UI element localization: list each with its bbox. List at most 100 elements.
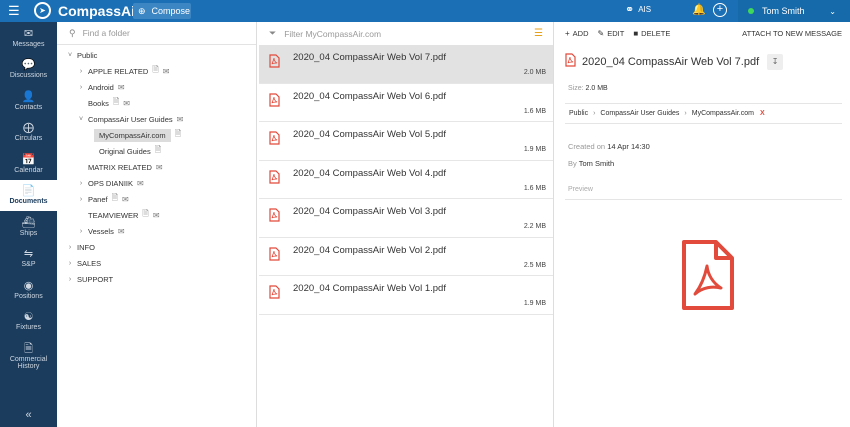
folder-search[interactable]: ⚲ Find a folder (57, 22, 256, 45)
folder-teamviewer[interactable]: TEAMVIEWER 🗎 ✉ (57, 207, 256, 223)
folder-label: MATRIX RELATED (88, 162, 152, 172)
file-list-panel: ⏷ Filter MyCompassAir.com ☰ 2020_04 Comp… (259, 22, 554, 427)
folder-panel: ⚲ Find a folder ˅ Public › APPLE RELATED 🗎 ✉ ›… (57, 22, 257, 427)
chevron-down-icon[interactable]: ˅ (65, 52, 75, 59)
folder-label: Public (77, 50, 98, 60)
breadcrumb-item[interactable]: MyCompassAir.com (692, 110, 754, 117)
edit-button[interactable]: ✎ EDIT (598, 29, 625, 38)
breadcrumb-separator-icon: › (684, 110, 687, 117)
chevron-right-icon[interactable]: › (65, 260, 75, 267)
nav-circulars[interactable]: ⨁ Circulars (0, 117, 57, 149)
plus-circle-icon: ⊕ (138, 5, 146, 16)
file-icon: 🗎 (112, 97, 120, 106)
nav-documents[interactable]: 📄 Documents (0, 179, 57, 211)
chat-icon: 💬 (21, 59, 36, 72)
folder-support[interactable]: › SUPPORT (57, 271, 256, 287)
folder-mycompassair-com[interactable]: MyCompassAir.com 🗎 (57, 127, 256, 143)
nav-label-line2: History (17, 362, 40, 370)
folder-android[interactable]: › Android ✉ (57, 79, 256, 95)
chevron-right-icon[interactable]: › (65, 276, 75, 283)
mail-icon: ✉ (117, 82, 125, 92)
folder-compassair-user-guides[interactable]: ˅ CompassAir User Guides ✉ (57, 111, 256, 127)
folder-label: SUPPORT (77, 274, 114, 284)
delete-button[interactable]: ■ DELETE (633, 29, 670, 38)
hamburger-menu-icon[interactable]: ☰ (8, 3, 20, 19)
ais-network-icon: ⚭ (625, 4, 635, 16)
file-row[interactable]: 2020_04 CompassAir Web Vol 5.pdf 1.9 MB (259, 122, 553, 161)
nav-label: Circulars (14, 135, 43, 143)
chevron-right-icon[interactable]: › (76, 68, 86, 75)
app-logo[interactable]: ➤ CompassAir (34, 2, 140, 19)
pdf-file-icon (269, 208, 280, 225)
folder-ops-dianiik[interactable]: › OPS DIANIIK ✉ (57, 175, 256, 191)
document-icon: 📄 (21, 185, 36, 198)
folder-apple-related[interactable]: › APPLE RELATED 🗎 ✉ (57, 63, 256, 79)
add-button[interactable]: + ADD (565, 29, 589, 38)
file-row[interactable]: 2020_04 CompassAir Web Vol 4.pdf 1.6 MB (259, 161, 553, 199)
folder-vessels[interactable]: › Vessels ✉ (57, 223, 256, 239)
file-name: 2020_04 CompassAir Web Vol 5.pdf (293, 129, 446, 140)
user-menu[interactable]: Tom Smith ⌄ (738, 0, 850, 22)
nav-contacts[interactable]: 👤 Contacts (0, 85, 57, 117)
nav-fixtures[interactable]: ☯ Fixtures (0, 306, 57, 338)
attach-to-new-message-button[interactable]: ATTACH TO NEW MESSAGE (742, 29, 842, 38)
breadcrumb-close-button[interactable]: X (760, 110, 765, 117)
file-name: 2020_04 CompassAir Web Vol 1.pdf (293, 283, 446, 294)
document-title-row: 2020_04 CompassAir Web Vol 7.pdf ↧ (565, 53, 784, 70)
positions-icon: ◉ (23, 279, 34, 292)
folder-info[interactable]: › INFO (57, 239, 256, 255)
history-icon: 🗎 (24, 342, 33, 355)
chevron-right-icon[interactable]: › (76, 228, 86, 235)
file-icon: 🗎 (154, 145, 162, 154)
folder-matrix-related[interactable]: MATRIX RELATED ✉ (57, 159, 256, 175)
file-row[interactable]: 2020_04 CompassAir Web Vol 7.pdf 2.0 MB (259, 45, 553, 84)
nav-calendar[interactable]: 📅 Calendar (0, 148, 57, 180)
nav-positions[interactable]: ◉ Positions (0, 274, 57, 306)
fixtures-icon: ☯ (23, 311, 34, 324)
file-icon: 🗎 (142, 209, 149, 218)
file-row[interactable]: 2020_04 CompassAir Web Vol 3.pdf 2.2 MB (259, 199, 553, 238)
list-view-icon[interactable]: ☰ (534, 28, 543, 39)
nav-commercial-history[interactable]: 🗎 Commercial History (0, 337, 57, 375)
nav-sp[interactable]: ⇋ S&P (0, 243, 57, 275)
file-icon: 🗎 (152, 65, 159, 74)
file-row[interactable]: 2020_04 CompassAir Web Vol 2.pdf 2.5 MB (259, 238, 553, 276)
by-label: By (568, 159, 577, 168)
breadcrumb-item[interactable]: Public (569, 110, 588, 117)
file-filter-input[interactable]: Filter MyCompassAir.com (284, 29, 381, 39)
chevron-right-icon[interactable]: › (76, 180, 86, 187)
preview-divider (565, 199, 842, 200)
folder-sales[interactable]: › SALES (57, 255, 256, 271)
folder-search-input[interactable]: Find a folder (83, 28, 130, 38)
ais-label: AIS (638, 5, 652, 14)
file-row[interactable]: 2020_04 CompassAir Web Vol 1.pdf 1.9 MB (259, 276, 553, 315)
ais-button[interactable]: ⚭ AIS (625, 3, 651, 16)
folder-public[interactable]: ˅ Public (57, 47, 256, 63)
breadcrumb-item[interactable]: CompassAir User Guides (600, 110, 679, 117)
folder-books[interactable]: Books 🗎 ✉ (57, 95, 256, 111)
compose-button[interactable]: ⊕ Compose (133, 3, 191, 19)
file-filter[interactable]: ⏷ Filter MyCompassAir.com ☰ (259, 22, 553, 45)
download-icon[interactable]: ↧ (767, 53, 784, 70)
folder-label: Books (88, 98, 109, 108)
chevron-down-icon[interactable]: ˅ (76, 116, 86, 123)
collapse-sidebar-icon[interactable]: « (0, 409, 57, 421)
nav-label: Contacts (14, 103, 43, 111)
add-circle-icon[interactable]: + (713, 3, 727, 17)
pdf-file-icon (565, 53, 576, 70)
document-size: Size: 2.0 MB (568, 85, 608, 92)
file-row[interactable]: 2020_04 CompassAir Web Vol 6.pdf 1.6 MB (259, 84, 553, 122)
folder-original-guides[interactable]: Original Guides 🗎 (57, 143, 256, 159)
document-detail-panel: + ADD ✎ EDIT ■ DELETE ATTACH TO NEW MESSAGE… (556, 22, 850, 427)
chevron-right-icon[interactable]: › (65, 244, 75, 251)
chevron-right-icon[interactable]: › (76, 84, 86, 91)
bell-icon[interactable]: 🔔 (692, 3, 706, 16)
nav-ships[interactable]: ⛴ Ships (0, 211, 57, 243)
folder-panef[interactable]: › Panef 🗎 ✉ (57, 191, 256, 207)
nav-discussions[interactable]: 💬 Discussions (0, 54, 57, 86)
nav-label: Messages (12, 40, 45, 48)
pdf-preview-icon[interactable] (681, 239, 735, 316)
chevron-right-icon[interactable]: › (76, 196, 86, 203)
folder-label: INFO (77, 242, 95, 252)
nav-messages[interactable]: ✉ Messages (0, 22, 57, 54)
